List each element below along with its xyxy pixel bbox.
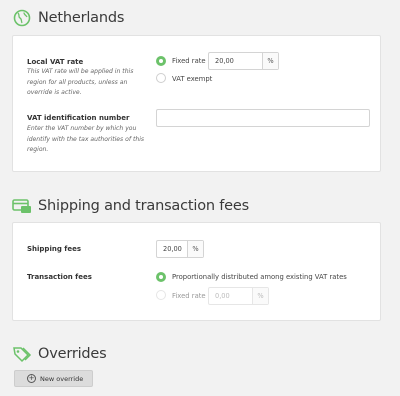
country-section-header: Netherlands [12,8,124,28]
percent-unit: % [187,241,203,257]
fixed-fee-value: 0,00 [215,292,230,300]
fixed-rate-label: Fixed rate [172,57,206,65]
fixed-rate-radio[interactable] [156,56,166,66]
tags-icon [12,344,32,364]
vat-rate-value: 20,00 [215,57,234,65]
vat-id-input[interactable] [156,109,370,127]
shipping-fees-label: Shipping fees [27,245,81,253]
new-override-button[interactable]: + New override [14,370,93,387]
country-title: Netherlands [38,10,125,26]
vat-card: Local VAT rate This VAT rate will be app… [12,35,381,172]
fees-title: Shipping and transaction fees [38,198,249,214]
proportional-radio[interactable] [156,272,166,282]
new-override-label: New override [40,374,84,383]
plus-icon: + [27,374,36,383]
local-vat-label: Local VAT rate [27,58,84,66]
vat-exempt-radio[interactable] [156,73,166,83]
percent-unit: % [262,53,278,69]
proportional-label: Proportionally distributed among existin… [172,273,347,281]
fixed-fee-label: Fixed rate [172,292,206,300]
local-vat-description: This VAT rate will be applied in this re… [27,68,134,96]
fixed-fee-input[interactable]: 0,00 % [208,287,269,305]
vat-id-value [157,110,369,126]
shipping-fees-value: 20,00 [163,245,182,253]
vat-id-label: VAT identification number [27,114,130,122]
fees-card: Shipping fees 20,00 % Transaction fees P… [12,222,381,321]
globe-icon [12,8,32,28]
payment-card-icon [12,196,32,216]
vat-exempt-label: VAT exempt [172,75,213,83]
transaction-fees-label: Transaction fees [27,273,92,281]
vat-id-description: Enter the VAT number by which you identi… [27,125,145,153]
fixed-fee-radio[interactable] [156,290,166,300]
overrides-section-header: Overrides [12,344,107,364]
overrides-title: Overrides [38,346,107,362]
shipping-fees-input[interactable]: 20,00 % [156,240,204,258]
vat-rate-input[interactable]: 20,00 % [208,52,279,70]
percent-unit: % [252,288,268,304]
fees-section-header: Shipping and transaction fees [12,196,249,216]
